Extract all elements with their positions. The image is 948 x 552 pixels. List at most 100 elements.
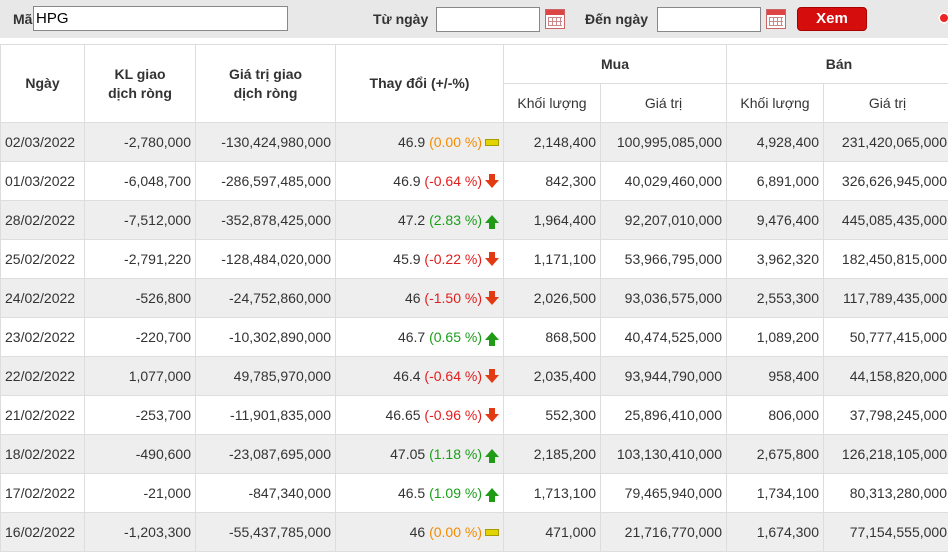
cell-net-value: -23,087,695,000	[196, 435, 336, 474]
view-button[interactable]: Xem	[797, 7, 867, 31]
table-row: 16/02/2022-1,203,300-55,437,785,00046 (0…	[1, 513, 948, 552]
cell-net-volume: -526,800	[85, 279, 196, 318]
stock-code-input[interactable]	[33, 6, 288, 31]
header-net-value: Giá trị giaodịch ròng	[196, 45, 336, 123]
cell-change: 47.05 (1.18 %)	[336, 435, 504, 474]
cell-buy-value: 92,207,010,000	[601, 201, 727, 240]
table-row: 25/02/2022-2,791,220-128,484,020,00045.9…	[1, 240, 948, 279]
cell-sell-value: 126,218,105,000	[824, 435, 948, 474]
price-value: 46	[405, 290, 421, 306]
table-row: 23/02/2022-220,700-10,302,890,00046.7 (0…	[1, 318, 948, 357]
cell-sell-volume: 1,674,300	[727, 513, 824, 552]
cell-date: 28/02/2022	[1, 201, 85, 240]
cell-buy-value: 25,896,410,000	[601, 396, 727, 435]
percent-change: (-0.22 %)	[424, 251, 482, 267]
arrow-down-icon	[485, 297, 499, 305]
header-sell-value: Giá trị	[824, 84, 948, 123]
gear-icon[interactable]	[938, 12, 948, 24]
calendar-icon[interactable]	[545, 9, 565, 29]
header-sell: Bán	[727, 45, 948, 84]
from-date-input[interactable]	[436, 7, 540, 32]
percent-change: (-0.96 %)	[424, 407, 482, 423]
cell-sell-volume: 4,928,400	[727, 123, 824, 162]
cell-net-value: -55,437,785,000	[196, 513, 336, 552]
cell-net-volume: 1,077,000	[85, 357, 196, 396]
cell-net-volume: -1,203,300	[85, 513, 196, 552]
cell-buy-volume: 2,148,400	[504, 123, 601, 162]
price-value: 46.9	[398, 134, 425, 150]
cell-buy-volume: 2,026,500	[504, 279, 601, 318]
cell-change: 46.4 (-0.64 %)	[336, 357, 504, 396]
cell-change: 46.9 (-0.64 %)	[336, 162, 504, 201]
percent-change: (0.00 %)	[429, 524, 482, 540]
cell-net-value: -286,597,485,000	[196, 162, 336, 201]
table-row: 17/02/2022-21,000-847,340,00046.5 (1.09 …	[1, 474, 948, 513]
cell-net-volume: -2,780,000	[85, 123, 196, 162]
cell-buy-value: 40,029,460,000	[601, 162, 727, 201]
percent-change: (1.18 %)	[429, 446, 482, 462]
cell-buy-value: 103,130,410,000	[601, 435, 727, 474]
cell-change: 46.65 (-0.96 %)	[336, 396, 504, 435]
cell-change: 47.2 (2.83 %)	[336, 201, 504, 240]
cell-sell-value: 326,626,945,000	[824, 162, 948, 201]
price-value: 46.65	[385, 407, 420, 423]
price-value: 47.2	[398, 212, 425, 228]
arrow-down-icon	[485, 375, 499, 383]
cell-sell-volume: 806,000	[727, 396, 824, 435]
table-row: 22/02/20221,077,00049,785,970,00046.4 (-…	[1, 357, 948, 396]
table-row: 21/02/2022-253,700-11,901,835,00046.65 (…	[1, 396, 948, 435]
cell-net-volume: -7,512,000	[85, 201, 196, 240]
percent-change: (0.00 %)	[429, 134, 482, 150]
cell-net-value: -10,302,890,000	[196, 318, 336, 357]
cell-net-value: 49,785,970,000	[196, 357, 336, 396]
to-date-input[interactable]	[657, 7, 761, 32]
table-row: 01/03/2022-6,048,700-286,597,485,00046.9…	[1, 162, 948, 201]
arrow-up-icon	[485, 488, 499, 496]
cell-buy-volume: 868,500	[504, 318, 601, 357]
cell-buy-volume: 842,300	[504, 162, 601, 201]
price-value: 46.4	[393, 368, 420, 384]
cell-net-value: -11,901,835,000	[196, 396, 336, 435]
percent-change: (2.83 %)	[429, 212, 482, 228]
price-value: 47.05	[390, 446, 425, 462]
cell-buy-volume: 552,300	[504, 396, 601, 435]
cell-sell-volume: 2,675,800	[727, 435, 824, 474]
percent-change: (-1.50 %)	[424, 290, 482, 306]
cell-net-value: -130,424,980,000	[196, 123, 336, 162]
cell-sell-volume: 9,476,400	[727, 201, 824, 240]
cell-sell-value: 77,154,555,000	[824, 513, 948, 552]
percent-change: (-0.64 %)	[424, 368, 482, 384]
stock-code-label: Mã	[13, 11, 32, 27]
percent-change: (1.09 %)	[429, 485, 482, 501]
cell-sell-volume: 6,891,000	[727, 162, 824, 201]
cell-buy-volume: 471,000	[504, 513, 601, 552]
cell-sell-value: 182,450,815,000	[824, 240, 948, 279]
cell-date: 23/02/2022	[1, 318, 85, 357]
cell-change: 46 (-1.50 %)	[336, 279, 504, 318]
cell-change: 46 (0.00 %)	[336, 513, 504, 552]
cell-sell-volume: 3,962,320	[727, 240, 824, 279]
cell-date: 02/03/2022	[1, 123, 85, 162]
table-row: 24/02/2022-526,800-24,752,860,00046 (-1.…	[1, 279, 948, 318]
header-net-volume: KL giaodịch ròng	[85, 45, 196, 123]
arrow-up-icon	[485, 215, 499, 223]
cell-change: 46.5 (1.09 %)	[336, 474, 504, 513]
cell-sell-value: 37,798,245,000	[824, 396, 948, 435]
cell-change: 45.9 (-0.22 %)	[336, 240, 504, 279]
cell-net-value: -128,484,020,000	[196, 240, 336, 279]
cell-sell-volume: 1,734,100	[727, 474, 824, 513]
table-row: 18/02/2022-490,600-23,087,695,00047.05 (…	[1, 435, 948, 474]
arrow-up-icon	[485, 332, 499, 340]
arrow-down-icon	[485, 258, 499, 266]
arrow-down-icon	[485, 414, 499, 422]
cell-date: 16/02/2022	[1, 513, 85, 552]
arrow-up-icon	[485, 449, 499, 457]
price-value: 46	[410, 524, 426, 540]
cell-net-volume: -21,000	[85, 474, 196, 513]
cell-buy-volume: 1,171,100	[504, 240, 601, 279]
calendar-icon[interactable]	[766, 9, 786, 29]
cell-sell-value: 117,789,435,000	[824, 279, 948, 318]
cell-net-volume: -6,048,700	[85, 162, 196, 201]
cell-sell-value: 231,420,065,000	[824, 123, 948, 162]
header-change: Thay đổi (+/-%)	[336, 45, 504, 123]
